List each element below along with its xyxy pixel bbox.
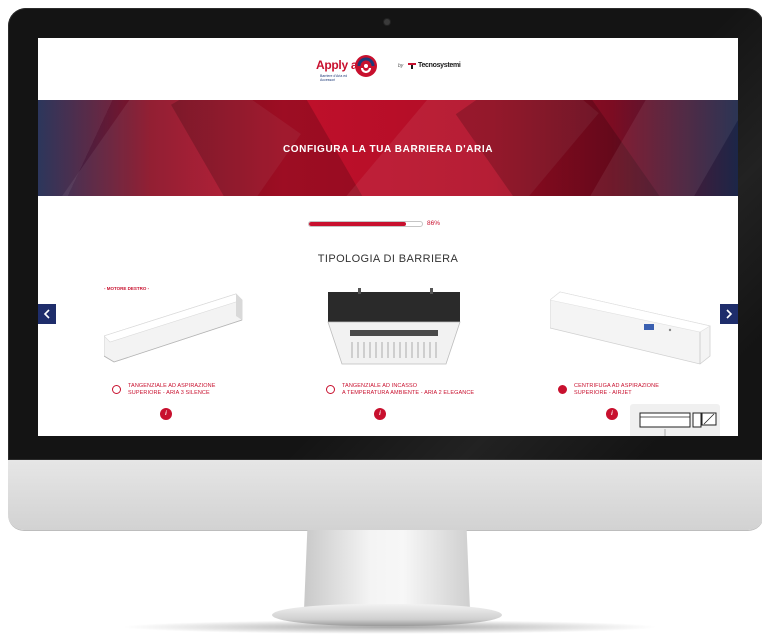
product-caption: TANGENZIALE AD ASPIRAZIONE SUPERIORE - A… — [128, 383, 215, 397]
product-radio-selected[interactable] — [558, 385, 567, 394]
caption-line: TANGENZIALE AD INCASSO — [342, 383, 418, 389]
tecnosystemi-mark-icon — [408, 63, 416, 69]
recessed-air-curtain-image — [327, 288, 461, 365]
hero-title: CONFIGURA LA TUA BARRIERA D'ARIA — [282, 144, 494, 155]
webcam — [384, 19, 390, 25]
air-curtain-wall-unit-image — [104, 293, 243, 363]
monitor-chin — [8, 460, 762, 530]
monitor-stand-neck — [304, 530, 470, 610]
monitor-stand-base — [272, 604, 502, 626]
carousel-prev-button[interactable] — [38, 304, 56, 324]
caption-line: A TEMPERATURA AMBIENTE - ARIA 2 ELEGANCE — [342, 390, 475, 396]
brand-by: by — [398, 63, 404, 69]
info-button[interactable]: i — [374, 408, 386, 420]
chevron-left-icon — [43, 309, 50, 319]
product-caption: TANGENZIALE AD INCASSO A TEMPERATURA AMB… — [342, 383, 474, 397]
brand-logo[interactable]: Apply air Barriere d'Aria ed Accessori b… — [316, 46, 466, 92]
info-button[interactable]: i — [160, 408, 172, 420]
apply-air-swirl-icon — [355, 55, 377, 77]
caption-line: SUPERIORE - ARIA 3 SILENCE — [128, 390, 210, 396]
brand-tagline: Barriere d'Aria ed Accessori — [320, 74, 348, 82]
progress-fill — [309, 222, 407, 226]
caption-line: CENTRIFUGA AD ASPIRAZIONE — [574, 383, 660, 389]
floorplan-drawing — [639, 412, 717, 436]
progress-indicator: 86% — [308, 218, 508, 230]
product-caption: CENTRIFUGA AD ASPIRAZIONE SUPERIORE - AI… — [574, 383, 659, 397]
product-radio[interactable] — [326, 385, 335, 394]
product-card[interactable]: - MOTORE DESTRO - TANGENZIALE AD ASPIRAZ… — [104, 286, 284, 426]
progress-track — [308, 221, 423, 227]
hero-banner: CONFIGURA LA TUA BARRIERA D'ARIA — [38, 100, 738, 196]
info-button[interactable]: i — [606, 408, 618, 420]
site-header: Apply air Barriere d'Aria ed Accessori b… — [38, 38, 738, 100]
progress-label: 86% — [427, 220, 441, 227]
product-card[interactable]: TANGENZIALE AD INCASSO A TEMPERATURA AMB… — [318, 286, 498, 426]
product-radio[interactable] — [112, 385, 121, 394]
product-tag: - MOTORE DESTRO - — [104, 286, 150, 291]
caption-line: TANGENZIALE AD ASPIRAZIONE — [128, 383, 216, 389]
partner-name: Tecnosystemi — [418, 62, 461, 69]
section-title: TIPOLOGIA DI BARRIERA — [317, 253, 459, 265]
browser-viewport: Apply air Barriere d'Aria ed Accessori b… — [38, 38, 738, 436]
caption-line: SUPERIORE - AIRJET — [574, 390, 632, 396]
floorplan-thumbnail[interactable] — [630, 404, 720, 436]
centrifugal-air-curtain-image — [550, 291, 711, 365]
